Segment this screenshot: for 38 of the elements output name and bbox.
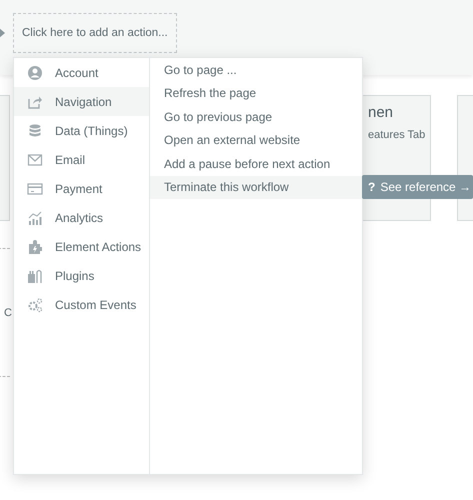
category-item[interactable]: Data (Things): [14, 116, 149, 145]
puzzle-icon: [27, 238, 43, 254]
category-item[interactable]: Navigation: [14, 87, 149, 116]
card-subtitle: eatures Tab: [368, 129, 426, 141]
category-item[interactable]: Account: [14, 58, 149, 87]
category-item[interactable]: Payment: [14, 174, 149, 203]
plug-icon: [27, 268, 43, 284]
add-action-button[interactable]: Click here to add an action...: [13, 13, 177, 53]
category-item[interactable]: Plugins: [14, 261, 149, 290]
category-item[interactable]: Element Actions: [14, 232, 149, 261]
category-item[interactable]: Analytics: [14, 203, 149, 232]
category-label: Email: [55, 152, 86, 166]
category-label: Custom Events: [55, 298, 136, 312]
category-label: Analytics: [55, 210, 104, 224]
action-item[interactable]: Go to previous page: [150, 105, 362, 128]
action-item[interactable]: Terminate this workflow: [150, 176, 362, 199]
category-label: Navigation: [55, 94, 112, 108]
category-label: Payment: [55, 182, 102, 196]
database-icon: [27, 122, 43, 138]
chart-icon: [27, 210, 43, 226]
category-label: Account: [55, 66, 98, 80]
step-text: C: [4, 306, 12, 318]
card-title: nen: [368, 104, 394, 121]
category-label: Plugins: [55, 268, 94, 282]
action-item[interactable]: Refresh the page: [150, 82, 362, 105]
action-item[interactable]: Open an external website: [150, 128, 362, 152]
reference-tooltip[interactable]: ? See reference →: [362, 175, 473, 199]
person-icon: [27, 64, 43, 80]
tooltip-label: See reference →: [380, 180, 472, 194]
category-item[interactable]: Custom Events: [14, 290, 149, 319]
category-label: Element Actions: [55, 240, 142, 254]
category-label: Data (Things): [55, 124, 128, 138]
action-item[interactable]: Go to page ...: [150, 58, 362, 82]
envelope-icon: [27, 152, 43, 168]
card-icon: [27, 180, 43, 196]
action-item[interactable]: Add a pause before next action: [150, 152, 362, 176]
help-icon: ?: [368, 180, 376, 194]
category-item[interactable]: Email: [14, 145, 149, 174]
